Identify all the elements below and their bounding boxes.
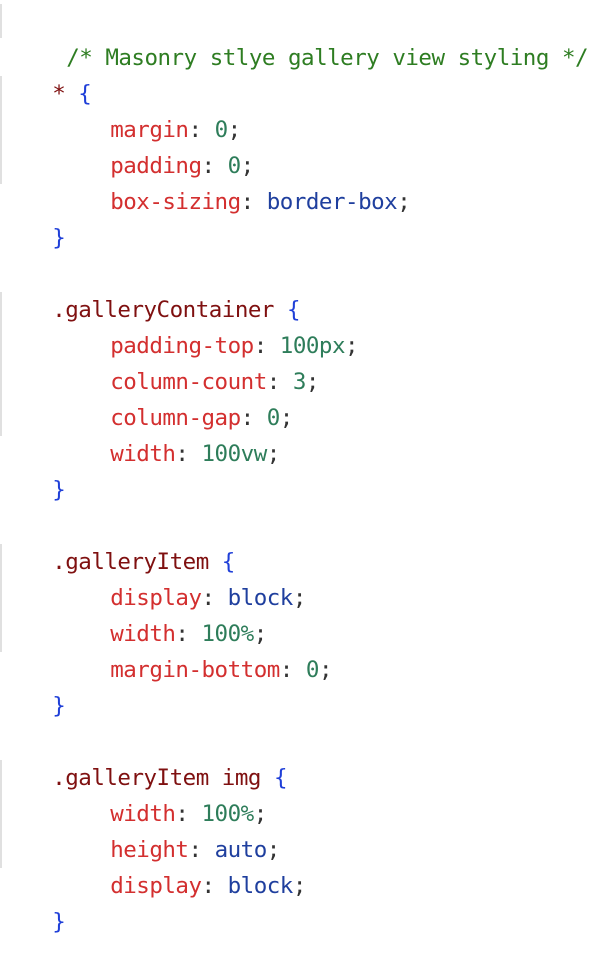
semicolon: ;	[292, 585, 307, 611]
code-line: .galleryContainer {	[0, 256, 300, 323]
css-property: display	[110, 873, 202, 899]
close-brace: }	[52, 477, 66, 503]
code-line: .galleryItem img {	[0, 724, 287, 791]
css-value: border-box	[266, 189, 398, 215]
css-value: 0	[305, 657, 320, 683]
colon: :	[279, 657, 294, 683]
code-line: /* Masonry stlye gallery view styling */	[14, 4, 588, 71]
close-brace: }	[52, 693, 66, 719]
css-value: 3	[292, 369, 307, 395]
code-line: width: 100vw;	[58, 400, 280, 467]
code-line: box-sizing: border-box;	[58, 148, 411, 215]
semicolon: ;	[279, 405, 294, 431]
code-line: }	[0, 868, 66, 935]
colon: :	[175, 441, 189, 467]
code-line: margin: 0;	[58, 76, 241, 143]
code-line: padding: 0;	[58, 112, 254, 179]
css-property: width	[110, 441, 176, 467]
close-brace: }	[52, 225, 66, 251]
code-line: column-count: 3;	[58, 328, 319, 395]
semicolon: ;	[266, 441, 281, 467]
code-line: width: 100%;	[58, 760, 267, 827]
code-line: width: 100%;	[58, 580, 267, 647]
code-line: * {	[0, 40, 92, 107]
code-line: }	[0, 184, 66, 251]
code-line: .galleryItem {	[0, 508, 235, 575]
code-line: margin-bottom: 0;	[58, 616, 332, 683]
close-brace: }	[52, 909, 66, 935]
colon: :	[201, 873, 216, 899]
code-editor[interactable]: /* Masonry stlye gallery view styling */…	[0, 0, 608, 935]
code-line: column-gap: 0;	[58, 364, 293, 431]
code-line: display: block;	[58, 832, 306, 899]
css-property: margin-bottom	[110, 657, 280, 683]
semicolon: ;	[318, 657, 333, 683]
code-line: }	[0, 436, 66, 503]
indent-guide	[0, 4, 2, 38]
css-value: block	[227, 873, 294, 899]
semicolon: ;	[305, 369, 320, 395]
code-line: }	[0, 652, 66, 719]
code-line: height: auto;	[58, 796, 280, 863]
code-comment: /* Masonry stlye gallery view styling */	[66, 45, 589, 71]
semicolon: ;	[397, 189, 411, 215]
semicolon: ;	[345, 333, 359, 359]
css-property: box-sizing	[110, 189, 241, 215]
code-line: display: block;	[58, 544, 306, 611]
open-brace: {	[273, 765, 288, 791]
code-line: padding-top: 100px;	[58, 292, 358, 359]
colon: :	[240, 189, 255, 215]
semicolon: ;	[292, 873, 307, 899]
css-value: 100vw	[201, 441, 268, 467]
